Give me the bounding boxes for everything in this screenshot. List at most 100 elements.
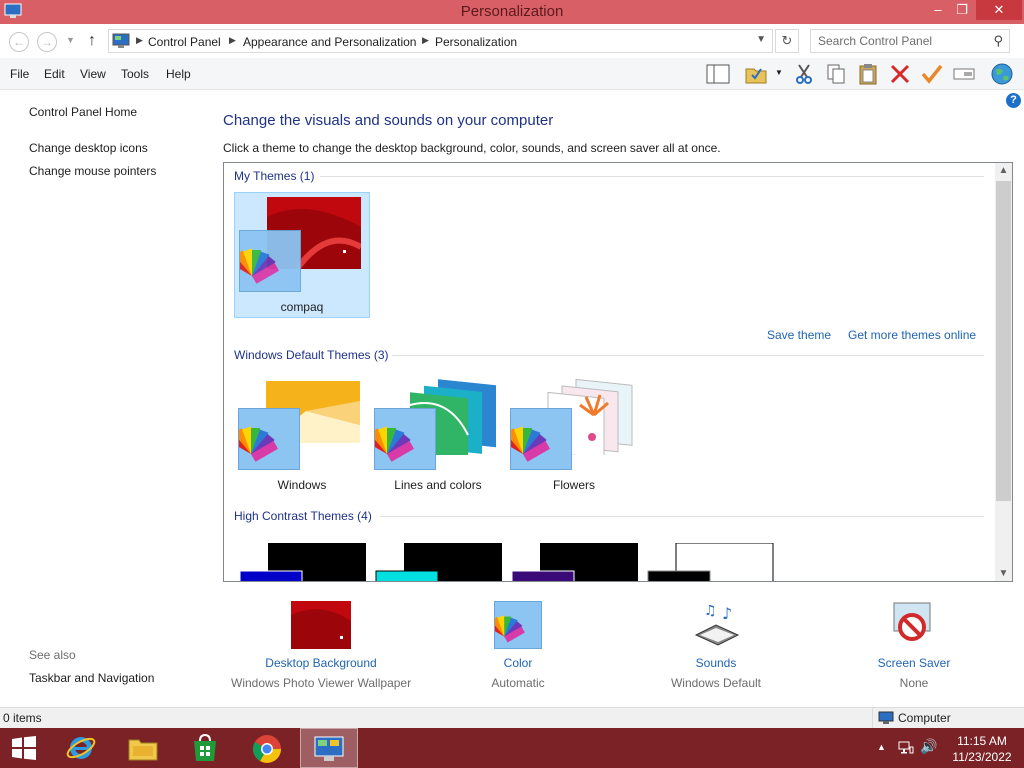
control-panel-icon <box>112 33 130 48</box>
search-input[interactable] <box>811 30 981 52</box>
control-panel-icon <box>314 736 344 761</box>
taskbar-chrome[interactable] <box>238 728 296 768</box>
scroll-thumb[interactable] <box>996 181 1011 501</box>
change-desktop-icons-link[interactable]: Change desktop icons <box>29 141 148 155</box>
maximize-button[interactable]: ❐ <box>948 0 976 20</box>
themes-scrollbar[interactable]: ▲ ▼ <box>995 163 1012 581</box>
taskbar: ▲ 🔊 11:15 AM 11/23/2022 <box>0 728 1024 768</box>
control-panel-home-link[interactable]: Control Panel Home <box>29 105 137 119</box>
address-bar[interactable]: ▶ Control Panel ▶ Appearance and Persona… <box>108 29 773 53</box>
back-button[interactable]: ← <box>9 32 29 52</box>
page-description: Click a theme to change the desktop back… <box>223 141 721 155</box>
theme-high-contrast-3[interactable] <box>510 543 640 582</box>
color-fan-icon <box>229 230 301 292</box>
network-icon[interactable] <box>898 741 914 755</box>
search-icon[interactable]: ⚲ <box>993 33 1003 49</box>
breadcrumb-separator[interactable]: ▶ <box>229 35 236 46</box>
delete-icon[interactable] <box>888 63 912 85</box>
breadcrumb-appearance[interactable]: Appearance and Personalization <box>243 35 416 49</box>
setting-title[interactable]: Color <box>458 656 578 670</box>
setting-value: Windows Default <box>670 676 762 690</box>
rename-icon[interactable] <box>952 63 976 85</box>
get-more-themes-link[interactable]: Get more themes online <box>848 328 976 342</box>
breadcrumb-personalization[interactable]: Personalization <box>435 35 517 49</box>
theme-flowers[interactable]: Flowers <box>500 371 642 497</box>
theme-high-contrast-1[interactable] <box>238 543 368 582</box>
svg-text:♪: ♪ <box>722 604 732 623</box>
theme-lines-and-colors[interactable]: Lines and colors <box>364 371 506 497</box>
taskbar-and-navigation-link[interactable]: Taskbar and Navigation <box>29 671 154 685</box>
cut-icon[interactable] <box>792 63 816 85</box>
forward-button[interactable]: → <box>37 32 57 52</box>
volume-icon[interactable]: 🔊 <box>920 738 937 755</box>
taskbar-store[interactable] <box>176 728 234 768</box>
copy-icon[interactable] <box>824 63 848 85</box>
start-icon <box>12 736 36 760</box>
theme-high-contrast-2[interactable] <box>374 543 504 582</box>
taskbar-file-explorer[interactable] <box>114 728 172 768</box>
section-divider <box>320 176 984 177</box>
check-icon[interactable] <box>920 63 944 85</box>
item-count: 0 items <box>3 711 42 725</box>
menu-edit[interactable]: Edit <box>44 67 65 81</box>
taskbar-internet-explorer[interactable] <box>52 728 110 768</box>
menu-view[interactable]: View <box>80 67 106 81</box>
theme-windows[interactable]: Windows <box>228 371 370 497</box>
theme-high-contrast-4[interactable] <box>646 543 776 582</box>
setting-value: None <box>899 676 929 690</box>
status-bar: 0 items Computer <box>0 707 1024 729</box>
change-mouse-pointers-link[interactable]: Change mouse pointers <box>29 164 156 178</box>
layout-pane-icon[interactable] <box>706 63 730 85</box>
help-icon[interactable]: ? <box>1006 93 1021 108</box>
status-zone: Computer <box>872 708 1024 729</box>
scroll-up-arrow[interactable]: ▲ <box>995 165 1012 176</box>
setting-value: Automatic <box>491 676 545 690</box>
scroll-down-arrow[interactable]: ▼ <box>995 568 1012 579</box>
save-theme-link[interactable]: Save theme <box>767 328 831 342</box>
theme-name: Flowers <box>552 478 595 492</box>
section-divider <box>380 516 984 517</box>
breadcrumb-separator[interactable]: ▶ <box>422 35 429 46</box>
checked-folder-icon[interactable] <box>744 63 768 85</box>
title-bar: Personalization – ❐ ✕ <box>0 0 1024 24</box>
color-fan-icon <box>364 408 436 470</box>
menu-help[interactable]: Help <box>166 67 191 81</box>
taskbar-control-panel[interactable] <box>300 728 358 768</box>
sounds-setting[interactable]: ♫ ♪ Sounds Windows Default <box>656 601 776 690</box>
close-button[interactable]: ✕ <box>976 0 1022 20</box>
color-setting[interactable]: Color Automatic <box>458 601 578 690</box>
themes-list[interactable]: My Themes (1) compaq Save theme Get more… <box>223 162 1013 582</box>
clock[interactable]: 11:15 AM 11/23/2022 <box>950 733 1014 765</box>
file-explorer-icon <box>128 739 158 761</box>
start-button[interactable] <box>0 728 58 768</box>
screen-saver-setting[interactable]: Screen Saver None <box>854 601 974 690</box>
setting-title[interactable]: Desktop Background <box>231 656 411 670</box>
color-fan-icon <box>500 408 572 470</box>
setting-title[interactable]: Sounds <box>656 656 776 670</box>
menu-bar: File Edit View Tools Help ▼ <box>0 58 1024 90</box>
setting-title[interactable]: Screen Saver <box>854 656 974 670</box>
internet-explorer-icon <box>66 737 96 759</box>
address-row: ← → ▼ ↑ ▶ Control Panel ▶ Appearance and… <box>0 24 1024 58</box>
theme-compaq[interactable]: compaq <box>229 192 370 318</box>
paste-icon[interactable] <box>856 63 880 85</box>
zone-label: Computer <box>898 711 951 725</box>
chrome-icon <box>252 735 281 763</box>
menu-tools[interactable]: Tools <box>121 67 149 81</box>
refresh-button[interactable]: ↻ <box>775 29 799 53</box>
setting-value: Windows Photo Viewer Wallpaper <box>231 676 412 690</box>
search-box[interactable]: ⚲ <box>810 29 1010 53</box>
theme-name: compaq <box>280 300 324 314</box>
high-contrast-themes-title: High Contrast Themes (4) <box>234 509 372 523</box>
desktop-background-setting[interactable]: Desktop Background Windows Photo Viewer … <box>231 601 411 690</box>
show-hidden-icons[interactable]: ▲ <box>877 742 886 752</box>
globe-icon[interactable] <box>990 63 1014 85</box>
recent-locations-dropdown[interactable]: ▼ <box>66 35 75 45</box>
breadcrumb-control-panel[interactable]: Control Panel <box>148 35 221 49</box>
screen-saver-icon <box>893 602 931 641</box>
up-button[interactable]: ↑ <box>88 32 96 50</box>
address-dropdown-icon[interactable]: ▼ <box>756 34 766 45</box>
folder-dropdown-icon[interactable]: ▼ <box>775 68 783 77</box>
menu-file[interactable]: File <box>10 67 29 81</box>
breadcrumb-separator[interactable]: ▶ <box>136 35 143 46</box>
